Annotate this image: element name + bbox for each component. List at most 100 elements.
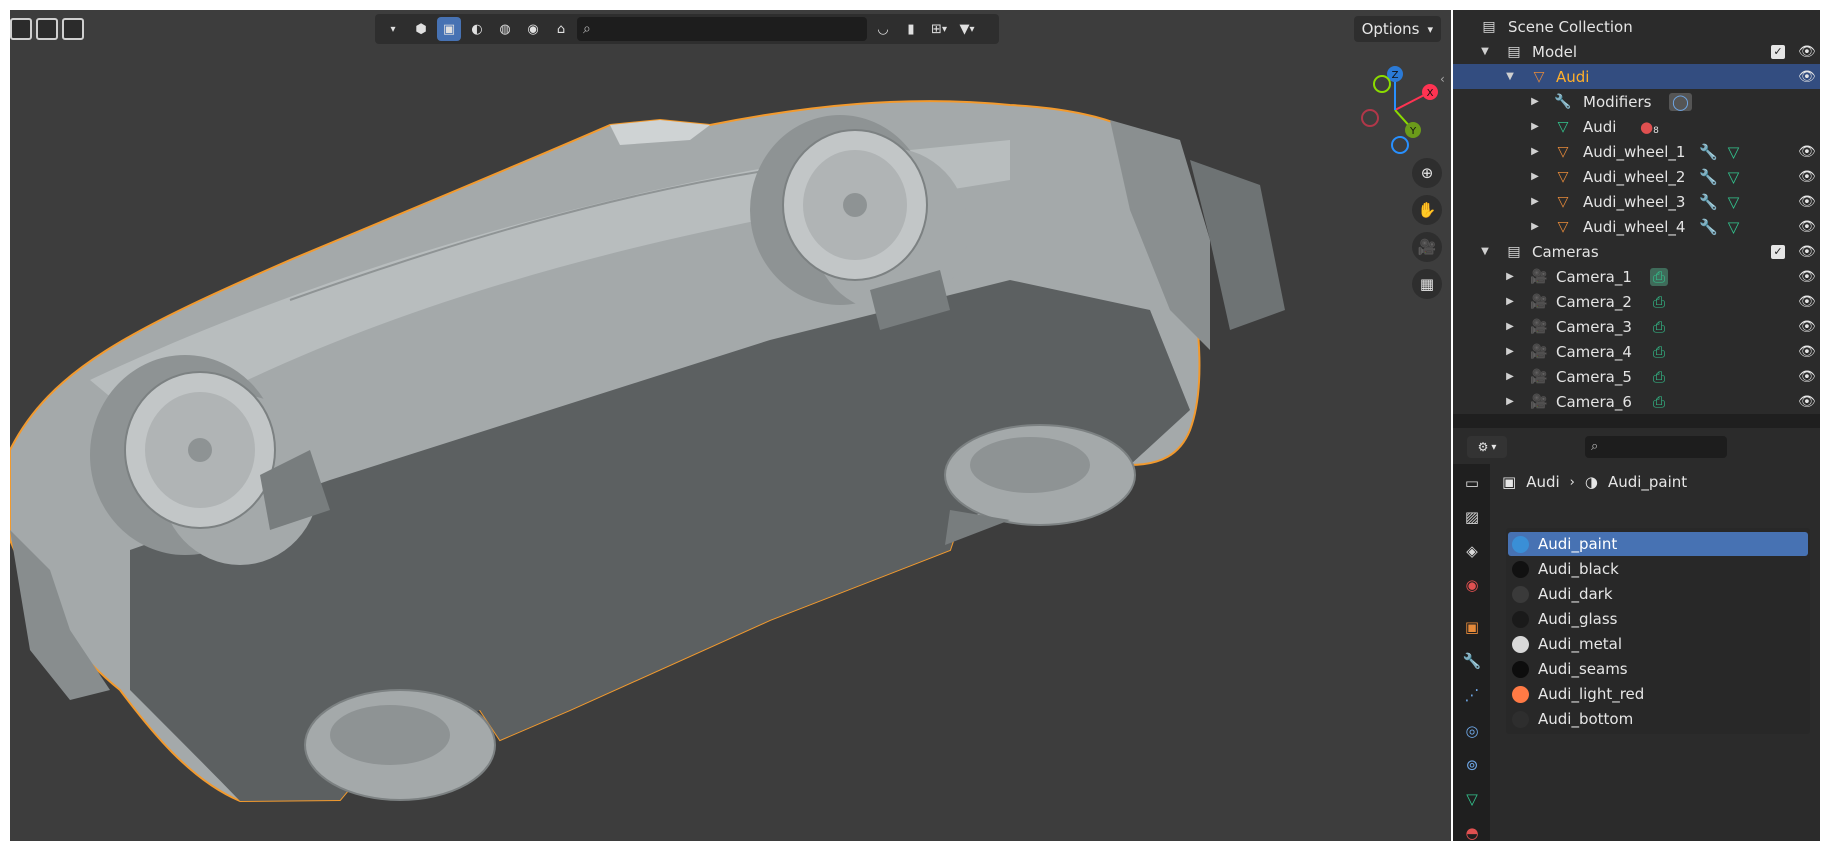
expand-arrow-icon[interactable]: ▼: [1479, 246, 1491, 257]
eye-icon[interactable]: 👁: [1798, 194, 1816, 210]
expand-arrow-icon[interactable]: ▶: [1504, 346, 1516, 357]
expand-arrow-icon[interactable]: ▶: [1504, 396, 1516, 407]
view-layer-icon[interactable]: ◈: [1461, 540, 1483, 562]
material-slot-audi-bottom[interactable]: Audi_bottom: [1508, 707, 1808, 731]
editor-type-dropdown[interactable]: ⚙ ▾: [1467, 436, 1507, 458]
camera-data-icon[interactable]: ⎙: [1653, 368, 1665, 386]
eye-icon[interactable]: 👁: [1798, 294, 1816, 310]
options-dropdown[interactable]: Options ▾: [1353, 16, 1441, 42]
expand-arrow-icon[interactable]: ▶: [1504, 371, 1516, 382]
3d-viewport[interactable]: ▾ ⬢ ▣ ◐ ◍ ◉ ⌂ ⌕ ◡ ▮ ⊞ ▾ ▼ ▾ Options ▾ X Y …: [10, 10, 1451, 841]
outliner-row-audi-wheel-1[interactable]: ▶ ▽ Audi_wheel_1 🔧 ▽ 👁: [1453, 139, 1820, 164]
camera-view-icon[interactable]: 🎥: [1412, 232, 1442, 262]
shading-rendered-icon[interactable]: ◉: [521, 17, 545, 41]
material-sphere-icon[interactable]: ●: [1640, 118, 1653, 136]
camera-data-icon[interactable]: ⎙: [1653, 393, 1665, 411]
select-mode-icon[interactable]: [10, 18, 32, 40]
material-slot-audi-dark[interactable]: Audi_dark: [1508, 582, 1808, 606]
expand-arrow-icon[interactable]: ▶: [1529, 121, 1541, 132]
material-slot-audi-glass[interactable]: Audi_glass: [1508, 607, 1808, 631]
shading-solid-icon[interactable]: ◐: [465, 17, 489, 41]
expand-arrow-icon[interactable]: ▶: [1529, 221, 1541, 232]
eye-icon[interactable]: 👁: [1798, 269, 1816, 285]
eye-icon[interactable]: 👁: [1798, 219, 1816, 235]
shading-wireframe-icon[interactable]: ▣: [437, 17, 461, 41]
modifier-icon[interactable]: 🔧: [1461, 650, 1483, 672]
eye-icon[interactable]: 👁: [1798, 44, 1816, 60]
zoom-icon[interactable]: ⊕: [1412, 158, 1442, 188]
expand-arrow-icon[interactable]: ▶: [1529, 146, 1541, 157]
eye-icon[interactable]: 👁: [1798, 169, 1816, 185]
mesh-data-icon[interactable]: ▽: [1728, 168, 1740, 186]
navigation-gizmo[interactable]: X Y Z: [1340, 60, 1450, 170]
filter-icon[interactable]: ▼ ▾: [955, 17, 979, 41]
outliner-row-cameras[interactable]: ▼ ▤ Cameras ✓ 👁: [1453, 239, 1820, 264]
physics-icon[interactable]: ◎: [1461, 720, 1483, 742]
expand-arrow-icon[interactable]: ▶: [1504, 321, 1516, 332]
paint-icon[interactable]: ⌂: [549, 17, 573, 41]
checkbox-icon[interactable]: ✓: [1771, 44, 1785, 59]
outliner-scene-collection[interactable]: ▤ Scene Collection: [1453, 14, 1820, 39]
outliner-row-audi-wheel-3[interactable]: ▶ ▽ Audi_wheel_3 🔧 ▽ 👁: [1453, 189, 1820, 214]
material-slot-audi-light-red[interactable]: Audi_light_red: [1508, 682, 1808, 706]
eye-icon[interactable]: 👁: [1798, 369, 1816, 385]
expand-arrow-icon[interactable]: ▶: [1529, 196, 1541, 207]
layout-icon[interactable]: ⊞ ▾: [927, 17, 951, 41]
pan-hand-icon[interactable]: ✋: [1412, 195, 1442, 225]
material-slot-audi-black[interactable]: Audi_black: [1508, 557, 1808, 581]
outliner-row-audi-wheel-2[interactable]: ▶ ▽ Audi_wheel_2 🔧 ▽ 👁: [1453, 164, 1820, 189]
outliner-row-modifiers[interactable]: ▶ 🔧 Modifiers ◯: [1453, 89, 1820, 114]
outliner-row-audi-mesh[interactable]: ▶ ▽ Audi ● 8: [1453, 114, 1820, 139]
eye-icon[interactable]: 👁: [1798, 244, 1816, 260]
camera-data-icon[interactable]: ⎙: [1653, 293, 1665, 311]
shading-material-icon[interactable]: ◍: [493, 17, 517, 41]
expand-arrow-icon[interactable]: ▶: [1504, 271, 1516, 282]
wrench-icon[interactable]: 🔧: [1699, 193, 1718, 211]
collapse-arrow-icon[interactable]: ‹: [1440, 72, 1445, 86]
mesh-data-icon[interactable]: ▽: [1728, 193, 1740, 211]
constraints-icon[interactable]: ⊚: [1461, 754, 1483, 776]
render-icon[interactable]: ▭: [1461, 472, 1483, 494]
expand-arrow-icon[interactable]: ▼: [1504, 71, 1516, 82]
world-icon[interactable]: ◉: [1461, 574, 1483, 596]
outliner-row-camera-6[interactable]: ▶ 🎥 Camera_6 ⎙ 👁: [1453, 389, 1820, 414]
outliner-row-audi-wheel-4[interactable]: ▶ ▽ Audi_wheel_4 🔧 ▽ 👁: [1453, 214, 1820, 239]
mesh-data-icon[interactable]: ▽: [1728, 143, 1740, 161]
outliner-row-camera-2[interactable]: ▶ 🎥 Camera_2 ⎙ 👁: [1453, 289, 1820, 314]
eye-icon[interactable]: 👁: [1798, 344, 1816, 360]
checkbox-icon[interactable]: ✓: [1771, 244, 1785, 259]
eye-icon[interactable]: 👁: [1798, 69, 1816, 85]
outliner-row-audi[interactable]: ▼ ▽ Audi 👁: [1453, 64, 1820, 89]
eye-icon[interactable]: 👁: [1798, 319, 1816, 335]
outliner-row-camera-5[interactable]: ▶ 🎥 Camera_5 ⎙ 👁: [1453, 364, 1820, 389]
eye-icon[interactable]: 👁: [1798, 144, 1816, 160]
expand-arrow-icon[interactable]: ▼: [1479, 46, 1491, 57]
properties-search-input[interactable]: ⌕: [1585, 436, 1727, 458]
object-icon[interactable]: ▣: [1461, 616, 1483, 638]
camera-data-icon[interactable]: ⎙: [1653, 343, 1665, 361]
gizmo-toggle-icon[interactable]: ⬢: [409, 17, 433, 41]
expand-arrow-icon[interactable]: ▶: [1529, 171, 1541, 182]
ortho-grid-icon[interactable]: ▦: [1412, 269, 1442, 299]
material-slot-audi-metal[interactable]: Audi_metal: [1508, 632, 1808, 656]
outliner-row-model[interactable]: ▼ ▤ Model ✓ 👁: [1453, 39, 1820, 64]
particles-icon[interactable]: ⋰: [1461, 684, 1483, 706]
car-model-render[interactable]: [10, 10, 1451, 841]
mesh-data-icon[interactable]: ▽: [1728, 218, 1740, 236]
eye-icon[interactable]: 👁: [1798, 394, 1816, 410]
outliner-row-camera-4[interactable]: ▶ 🎥 Camera_4 ⎙ 👁: [1453, 339, 1820, 364]
data-icon[interactable]: ▽: [1461, 788, 1483, 810]
expand-arrow-icon[interactable]: ▶: [1504, 296, 1516, 307]
viewport-search-input[interactable]: ⌕: [577, 17, 867, 41]
select-extend-icon[interactable]: [36, 18, 58, 40]
expand-arrow-icon[interactable]: ▶: [1529, 96, 1541, 107]
select-subtract-icon[interactable]: [62, 18, 84, 40]
wrench-icon[interactable]: 🔧: [1699, 218, 1718, 236]
outliner-row-camera-1[interactable]: ▶ 🎥 Camera_1 ⎙ 👁: [1453, 264, 1820, 289]
wrench-icon[interactable]: 🔧: [1699, 168, 1718, 186]
bookmark-icon[interactable]: ▮: [899, 17, 923, 41]
editor-separator[interactable]: [1453, 414, 1820, 428]
camera-data-icon[interactable]: ⎙: [1653, 318, 1665, 336]
material-slot-audi-seams[interactable]: Audi_seams: [1508, 657, 1808, 681]
material-slot-audi-paint[interactable]: Audi_paint: [1508, 532, 1808, 556]
